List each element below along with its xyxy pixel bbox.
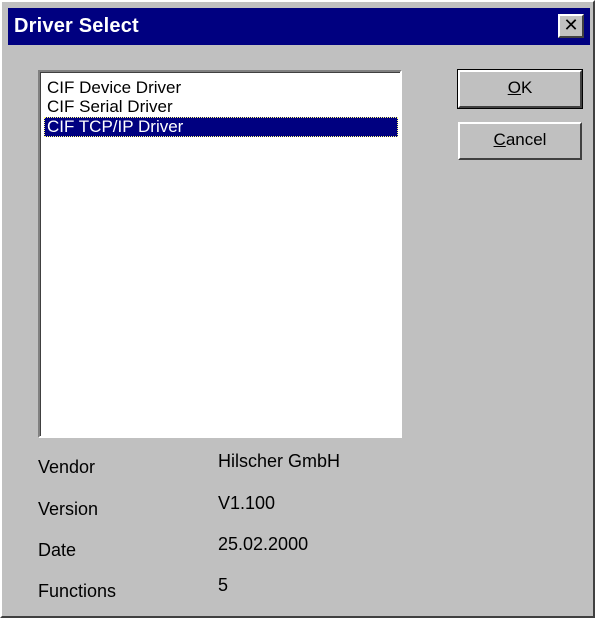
version-label: Version — [38, 499, 99, 519]
functions-value: 5 — [218, 575, 229, 595]
date-label: Date — [38, 540, 77, 560]
cancel-button[interactable]: Cancel — [458, 122, 582, 160]
title-bar[interactable]: Driver Select ✕ — [8, 8, 590, 45]
driver-listbox[interactable]: CIF Device Driver CIF Serial Driver CIF … — [38, 70, 402, 438]
ok-label-rest: K — [520, 78, 533, 97]
driver-select-dialog: Driver Select ✕ CIF Device Driver CIF Se… — [0, 0, 595, 618]
cancel-mnemonic: C — [493, 130, 506, 149]
close-button[interactable]: ✕ — [558, 14, 584, 38]
version-value: V1.100 — [218, 493, 276, 513]
vendor-value: Hilscher GmbH — [218, 451, 341, 471]
date-value: 25.02.2000 — [218, 534, 309, 554]
vendor-label: Vendor — [38, 457, 96, 477]
cancel-label-rest: ancel — [505, 130, 547, 149]
ok-button[interactable]: OK — [457, 69, 583, 109]
functions-label: Functions — [38, 581, 117, 601]
list-item-cif-tcpip-driver[interactable]: CIF TCP/IP Driver — [44, 117, 398, 137]
window-title: Driver Select — [14, 15, 139, 37]
close-icon: ✕ — [563, 15, 579, 35]
ok-mnemonic: O — [507, 78, 521, 97]
list-item-cif-device-driver[interactable]: CIF Device Driver — [44, 78, 398, 98]
list-item-cif-serial-driver[interactable]: CIF Serial Driver — [44, 97, 398, 117]
